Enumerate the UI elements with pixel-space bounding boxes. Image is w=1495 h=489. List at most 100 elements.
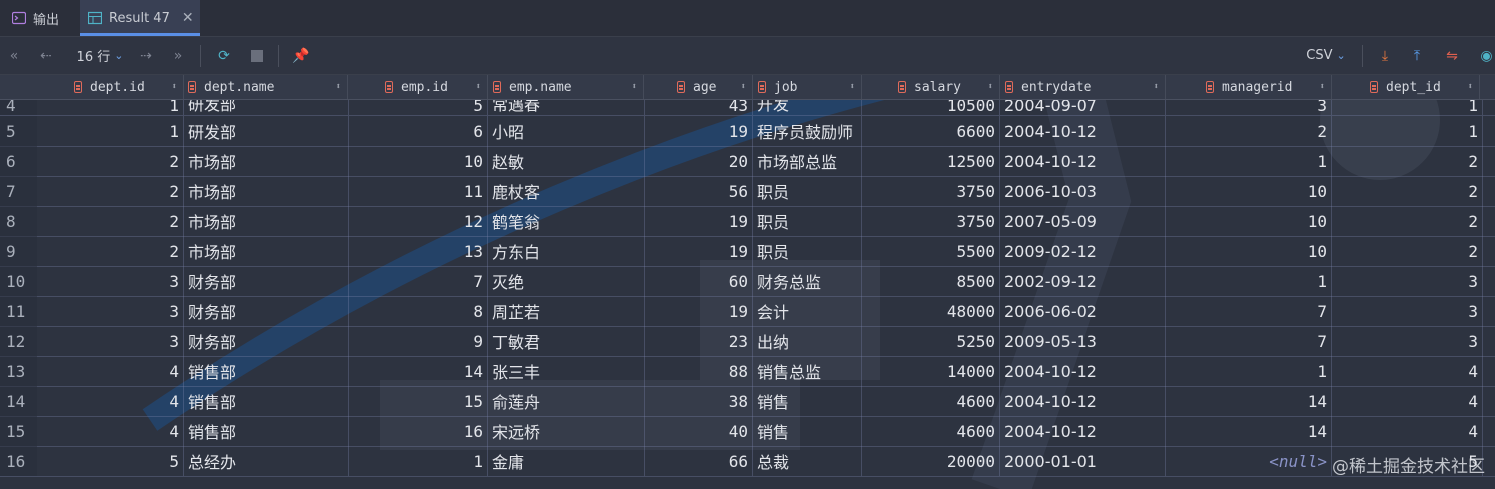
cell-entrydate[interactable]: 2004-10-12 xyxy=(1000,356,1166,386)
tab-output[interactable]: 输出 xyxy=(12,0,59,36)
table-row[interactable]: 8 2 市场部 12 鹤笔翁 19 职员 3750 2007-05-09 10 2 xyxy=(0,206,1495,237)
cell-salary[interactable]: 12500 xyxy=(862,146,1000,176)
cell-dept-id[interactable]: 4 xyxy=(37,356,184,386)
cell-entrydate[interactable]: 2004-09-07 xyxy=(1000,100,1166,115)
table-row[interactable]: 15 4 销售部 16 宋远桥 40 销售 4600 2004-10-12 14 4 xyxy=(0,416,1495,447)
column-header-age[interactable]: age ⬍ xyxy=(677,75,753,99)
cell-emp-name[interactable]: 周芷若 xyxy=(488,296,645,326)
cell-age[interactable]: 56 xyxy=(645,176,753,206)
view-icon[interactable]: ◉ xyxy=(1478,37,1495,74)
cell-job[interactable]: 职员 xyxy=(753,236,862,266)
cell-dept-id[interactable]: 1 xyxy=(1332,100,1483,115)
table-row[interactable]: 7 2 市场部 11 鹿杖客 56 职员 3750 2006-10-03 10 2 xyxy=(0,176,1495,207)
cell-emp-name[interactable]: 金庸 xyxy=(488,446,645,476)
cell-entrydate[interactable]: 2006-06-02 xyxy=(1000,296,1166,326)
cell-age[interactable]: 88 xyxy=(645,356,753,386)
cell-salary[interactable]: 5500 xyxy=(862,236,1000,266)
cell-dept-id[interactable]: 4 xyxy=(1332,356,1483,386)
cell-emp-name[interactable]: 常遇春 xyxy=(488,100,645,115)
cell-dept-name[interactable]: 销售部 xyxy=(184,416,349,446)
cell-salary[interactable]: 5250 xyxy=(862,326,1000,356)
cell-salary[interactable]: 48000 xyxy=(862,296,1000,326)
cell-age[interactable]: 38 xyxy=(645,386,753,416)
cell-emp-id[interactable]: 6 xyxy=(349,116,488,146)
cell-emp-id[interactable]: 5 xyxy=(349,100,488,115)
cell-dept-name[interactable]: 市场部 xyxy=(184,206,349,236)
cell-emp-id[interactable]: 14 xyxy=(349,356,488,386)
column-header-entrydate[interactable]: entrydate ⬍ xyxy=(1005,75,1166,99)
cell-emp-name[interactable]: 方东白 xyxy=(488,236,645,266)
cell-dept-id[interactable]: 3 xyxy=(1332,296,1483,326)
pin-icon[interactable]: 📌 xyxy=(290,37,312,74)
table-row[interactable]: 5 1 研发部 6 小昭 19 程序员鼓励师 6600 2004-10-12 2 1 xyxy=(0,116,1495,147)
column-header-emp-name[interactable]: emp.name ⬍ xyxy=(493,75,644,99)
cell-salary[interactable]: 6600 xyxy=(862,116,1000,146)
cell-dept-id[interactable]: 4 xyxy=(37,416,184,446)
sort-icon[interactable]: ⬍ xyxy=(632,82,637,92)
table-row[interactable]: 12 3 财务部 9 丁敏君 23 出纳 5250 2009-05-13 7 3 xyxy=(0,326,1495,357)
cell-salary[interactable]: 8500 xyxy=(862,266,1000,296)
cell-job[interactable]: 销售 xyxy=(753,416,862,446)
table-row[interactable]: 6 2 市场部 10 赵敏 20 市场部总监 12500 2004-10-12 1 2 xyxy=(0,146,1495,177)
table-row[interactable]: 9 2 市场部 13 方东白 19 职员 5500 2009-02-12 10 2 xyxy=(0,236,1495,267)
cell-job[interactable]: 职员 xyxy=(753,176,862,206)
cell-dept-name[interactable]: 财务部 xyxy=(184,326,349,356)
cell-job[interactable]: 职员 xyxy=(753,206,862,236)
table-row[interactable]: 13 4 销售部 14 张三丰 88 销售总监 14000 2004-10-12 1 4 xyxy=(0,356,1495,387)
cell-managerid[interactable]: 7 xyxy=(1166,296,1332,326)
cell-emp-name[interactable]: 宋远桥 xyxy=(488,416,645,446)
sort-icon[interactable]: ⬍ xyxy=(476,82,481,92)
cell-dept-id[interactable]: 5 xyxy=(37,446,184,476)
cell-dept-name[interactable]: 财务部 xyxy=(184,296,349,326)
cell-emp-id[interactable]: 10 xyxy=(349,146,488,176)
column-header-dept-name[interactable]: dept.name ⬍ xyxy=(188,75,348,99)
cell-emp-id[interactable]: 11 xyxy=(349,176,488,206)
cell-dept-name[interactable]: 市场部 xyxy=(184,146,349,176)
cell-emp-id[interactable]: 16 xyxy=(349,416,488,446)
download-icon[interactable]: ⤓ xyxy=(1374,37,1396,74)
cell-emp-id[interactable]: 12 xyxy=(349,206,488,236)
cell-dept-name[interactable]: 总经办 xyxy=(184,446,349,476)
close-icon[interactable]: ✕ xyxy=(182,10,194,26)
table-row[interactable]: 16 5 总经办 1 金庸 66 总裁 20000 2000-01-01 <null> 5 xyxy=(0,446,1495,477)
cell-emp-id[interactable]: 1 xyxy=(349,446,488,476)
cell-salary[interactable]: 10500 xyxy=(862,100,1000,115)
cell-dept-id[interactable]: 1 xyxy=(37,116,184,146)
column-header-job[interactable]: job ⬍ xyxy=(758,75,862,99)
cell-job[interactable]: 出纳 xyxy=(753,326,862,356)
cell-job[interactable]: 会计 xyxy=(753,296,862,326)
cell-emp-id[interactable]: 8 xyxy=(349,296,488,326)
first-page-icon[interactable]: « xyxy=(4,37,24,74)
cell-dept-id[interactable]: 3 xyxy=(1332,266,1483,296)
export-format-dropdown[interactable]: CSV ⌄ xyxy=(1298,37,1354,74)
cell-dept-name[interactable]: 销售部 xyxy=(184,356,349,386)
cell-dept-name[interactable]: 研发部 xyxy=(184,100,349,115)
last-page-icon[interactable]: » xyxy=(168,37,188,74)
cell-entrydate[interactable]: 2007-05-09 xyxy=(1000,206,1166,236)
cell-managerid[interactable]: 7 xyxy=(1166,326,1332,356)
cell-emp-name[interactable]: 鹤笔翁 xyxy=(488,206,645,236)
cell-managerid[interactable]: 14 xyxy=(1166,386,1332,416)
column-header-emp-id[interactable]: emp.id ⬍ xyxy=(385,75,488,99)
cell-job[interactable]: 开发 xyxy=(753,100,862,115)
cell-dept-id[interactable]: 4 xyxy=(1332,416,1483,446)
cell-managerid[interactable]: 2 xyxy=(1166,116,1332,146)
cell-emp-id[interactable]: 13 xyxy=(349,236,488,266)
cell-dept-id[interactable]: 3 xyxy=(37,296,184,326)
cell-emp-id[interactable]: 15 xyxy=(349,386,488,416)
cell-emp-name[interactable]: 张三丰 xyxy=(488,356,645,386)
cell-age[interactable]: 19 xyxy=(645,116,753,146)
table-row[interactable]: 11 3 财务部 8 周芷若 19 会计 48000 2006-06-02 7 3 xyxy=(0,296,1495,327)
column-header-managerid[interactable]: managerid ⬍ xyxy=(1206,75,1332,99)
cell-age[interactable]: 66 xyxy=(645,446,753,476)
cell-dept-id[interactable]: 1 xyxy=(1332,116,1483,146)
cell-dept-id[interactable]: 2 xyxy=(37,146,184,176)
cell-entrydate[interactable]: 2000-01-01 xyxy=(1000,446,1166,476)
compare-icon[interactable]: ⇋ xyxy=(1440,37,1464,74)
cell-managerid[interactable]: 14 xyxy=(1166,416,1332,446)
sort-icon[interactable]: ⬍ xyxy=(850,82,855,92)
cell-salary[interactable]: 14000 xyxy=(862,356,1000,386)
table-row[interactable]: 4 1 研发部 5 常遇春 43 开发 10500 2004-09-07 3 1 xyxy=(0,100,1495,116)
tab-result[interactable]: Result 47 ✕ xyxy=(80,0,200,36)
cell-dept-name[interactable]: 研发部 xyxy=(184,116,349,146)
